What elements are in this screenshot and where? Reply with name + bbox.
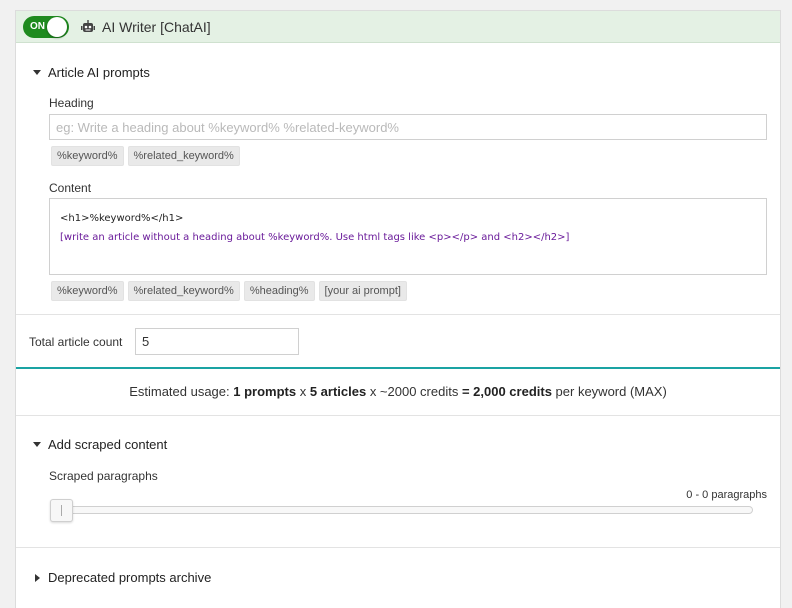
content-tags: %keyword% %related_keyword% %heading% [y… [51,281,407,301]
tag-related-keyword[interactable]: %related_keyword% [127,146,240,166]
usage-times-2: x ~2000 credits [366,384,462,399]
scraped-paragraphs-slider-handle[interactable] [50,499,73,522]
tag-related-keyword[interactable]: %related_keyword% [127,281,240,301]
add-scraped-content-title: Add scraped content [48,437,168,452]
usage-total-credits: = 2,000 credits [461,384,552,399]
tag-heading[interactable]: %heading% [243,281,315,301]
usage-prefix: Estimated usage: [129,384,234,399]
tag-keyword[interactable]: %keyword% [51,146,124,166]
scraped-paragraphs-slider-track[interactable] [53,506,753,514]
divider [16,314,780,315]
tag-keyword[interactable]: %keyword% [51,281,124,301]
panel-header: ON AI Writer [ChatAI] [16,11,780,43]
scraped-paragraphs-range: 0 - 0 paragraphs [686,489,767,501]
usage-suffix: per keyword (MAX) [551,384,667,399]
panel-title: AI Writer [ChatAI] [102,19,211,35]
add-scraped-content-toggle[interactable]: Add scraped content [33,437,167,453]
article-count-input[interactable] [135,328,299,355]
article-ai-prompts-toggle[interactable]: Article AI prompts [33,65,150,81]
content-textarea[interactable]: <h1>%keyword%</h1> [write an article wit… [49,198,767,275]
toggle-label: ON [30,21,45,32]
ai-writer-panel: ON AI Writer [ChatAI] Article AI prompts… [15,10,781,608]
usage-prompts: 1 prompts [233,384,297,399]
estimated-usage: Estimated usage: 1 prompts x 5 articles … [16,384,780,400]
heading-input[interactable] [49,114,767,140]
toggle-knob [47,17,67,37]
article-count-label: Total article count [29,335,123,349]
caret-right-icon [35,573,40,582]
divider [16,547,780,548]
tag-your-ai-prompt[interactable]: [your ai prompt] [318,281,407,301]
deprecated-prompts-toggle[interactable]: Deprecated prompts archive [33,570,211,586]
caret-down-icon [33,442,41,448]
caret-down-icon [33,70,41,76]
heading-tags: %keyword% %related_keyword% [51,146,240,166]
content-line-1: <h1>%keyword%</h1> [60,213,184,224]
on-off-toggle[interactable]: ON [23,16,69,38]
usage-articles: 5 articles [309,384,367,399]
usage-times-1: x [296,384,310,399]
usage-divider [16,367,780,369]
divider [16,415,780,416]
content-line-2: [write an article without a heading abou… [60,232,570,243]
deprecated-prompts-title: Deprecated prompts archive [48,570,212,585]
heading-label: Heading [49,96,94,110]
content-label: Content [49,181,92,195]
article-ai-prompts-title: Article AI prompts [48,65,150,80]
scraped-paragraphs-label: Scraped paragraphs [49,469,158,483]
robot-icon [81,20,95,32]
